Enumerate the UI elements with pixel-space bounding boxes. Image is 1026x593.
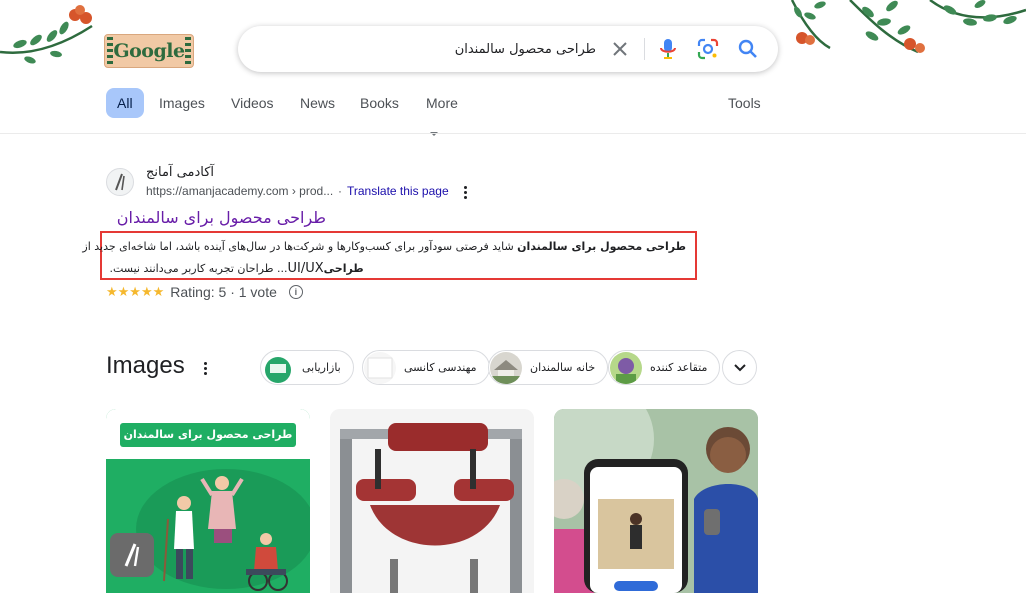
microphone-icon	[660, 39, 676, 59]
chip-thumbnail	[364, 351, 396, 384]
header-divider	[0, 133, 1026, 134]
clear-search-button[interactable]	[608, 37, 632, 61]
more-vert-dot	[463, 195, 467, 199]
more-vert-dot	[463, 190, 467, 194]
search-divider	[644, 38, 645, 60]
chip-label: مهندسی کانسی	[404, 361, 477, 374]
doodle-vine-right	[790, 0, 1026, 54]
chip-label: متقاعد کننده	[650, 361, 708, 374]
image-card-title: طراحی محصول برای سالمندان	[120, 423, 296, 447]
snippet-ui-ux: UI/UX	[287, 261, 324, 276]
image-result-3[interactable]	[554, 409, 758, 593]
logo-border-left	[107, 37, 113, 65]
chips-expand-button[interactable]	[722, 350, 757, 385]
search-bar	[238, 26, 778, 72]
images-options-button[interactable]	[196, 359, 214, 377]
tab-books[interactable]: Books	[360, 88, 399, 118]
image-chip-persuasive[interactable]: متقاعد کننده	[608, 350, 721, 385]
voice-search-button[interactable]	[656, 37, 680, 61]
amanj-logo-icon	[115, 173, 125, 191]
google-lens-icon	[697, 38, 719, 60]
rating-stars: ★★★★★	[106, 284, 165, 299]
site-url[interactable]: https://amanjacademy.com › prod...	[146, 184, 333, 198]
seniors-fitness-app-image	[554, 409, 758, 593]
result-snippet: طراحی محصول برای سالمندان شاید فرصتی سود…	[82, 236, 686, 280]
tab-more-label: More	[426, 95, 458, 111]
image-result-2[interactable]	[330, 409, 534, 593]
tab-videos[interactable]: Videos	[231, 88, 274, 118]
result-rating: ★★★★★ Rating: 5 · 1 vote i	[106, 283, 303, 301]
chip-thumbnail	[490, 351, 522, 384]
site-name-text: آکادمی آمانج	[146, 165, 215, 180]
walker-seat-product-image	[330, 409, 534, 593]
result-title-link[interactable]: طراحی محصول برای سالمندان	[106, 208, 326, 232]
chip-thumbnail	[610, 351, 642, 384]
close-icon	[613, 42, 627, 56]
search-input[interactable]	[276, 39, 596, 59]
more-vert-dot	[203, 366, 207, 370]
more-vert-icon	[203, 361, 207, 365]
images-section-heading: Images	[106, 352, 185, 379]
translate-page-link[interactable]: Translate this page	[347, 184, 449, 198]
snippet-line-2: ... طراحان تجربه کاربر می‌دانند نیست. UI…	[106, 258, 686, 280]
chevron-down-icon	[733, 363, 746, 371]
google-lens-button[interactable]	[696, 37, 720, 61]
more-vert-icon	[463, 185, 467, 189]
logo-text: Google	[113, 40, 185, 62]
search-button[interactable]	[736, 37, 760, 61]
image-chip-marketing[interactable]: بازاریابی	[260, 350, 354, 385]
url-separator: ·	[338, 184, 342, 198]
site-favicon[interactable]	[106, 168, 134, 196]
more-vert-dot	[203, 371, 207, 375]
snippet-line-2-bold: طراحی	[323, 262, 368, 275]
logo-border-right	[185, 37, 191, 65]
image-chip-concept-engineering[interactable]: مهندسی کانسی	[362, 350, 490, 385]
result-options-button[interactable]	[456, 183, 474, 201]
image-result-1[interactable]: طراحی محصول برای سالمندان	[106, 409, 310, 593]
google-doodle-logo[interactable]: Google	[104, 34, 194, 68]
search-icon	[738, 39, 757, 58]
image-chip-nursing-home[interactable]: خانه سالمندان	[488, 350, 609, 385]
tab-news[interactable]: News	[300, 88, 335, 118]
info-icon[interactable]: i	[288, 285, 303, 299]
snippet-bold-term: طراحی محصول برای سالمندان	[517, 240, 686, 253]
snippet-line-2-mid: نیست.	[106, 262, 144, 275]
chip-label: بازاریابی	[302, 361, 341, 374]
tools-button[interactable]: Tools	[728, 88, 761, 118]
snippet-line-1: طراحی محصول برای سالمندان شاید فرصتی سود…	[82, 236, 686, 258]
doodle-vine-left	[0, 5, 93, 64]
snippet-line-2-prefix: ... طراحان تجربه کاربر می‌دانند	[143, 262, 288, 275]
tab-more[interactable]: More	[426, 88, 458, 137]
amanj-watermark-logo	[110, 533, 154, 577]
snippet-line-1-text: شاید فرصتی سودآور برای کسب‌وکارها و شرکت…	[82, 240, 518, 253]
tab-images[interactable]: Images	[159, 88, 205, 118]
site-name[interactable]: آکادمی آمانج	[146, 165, 326, 180]
chip-label: خانه سالمندان	[530, 361, 596, 374]
chip-thumbnail	[262, 351, 294, 384]
tab-all[interactable]: All	[106, 88, 144, 118]
rating-text: Rating: 5 · 1 vote	[170, 284, 277, 300]
